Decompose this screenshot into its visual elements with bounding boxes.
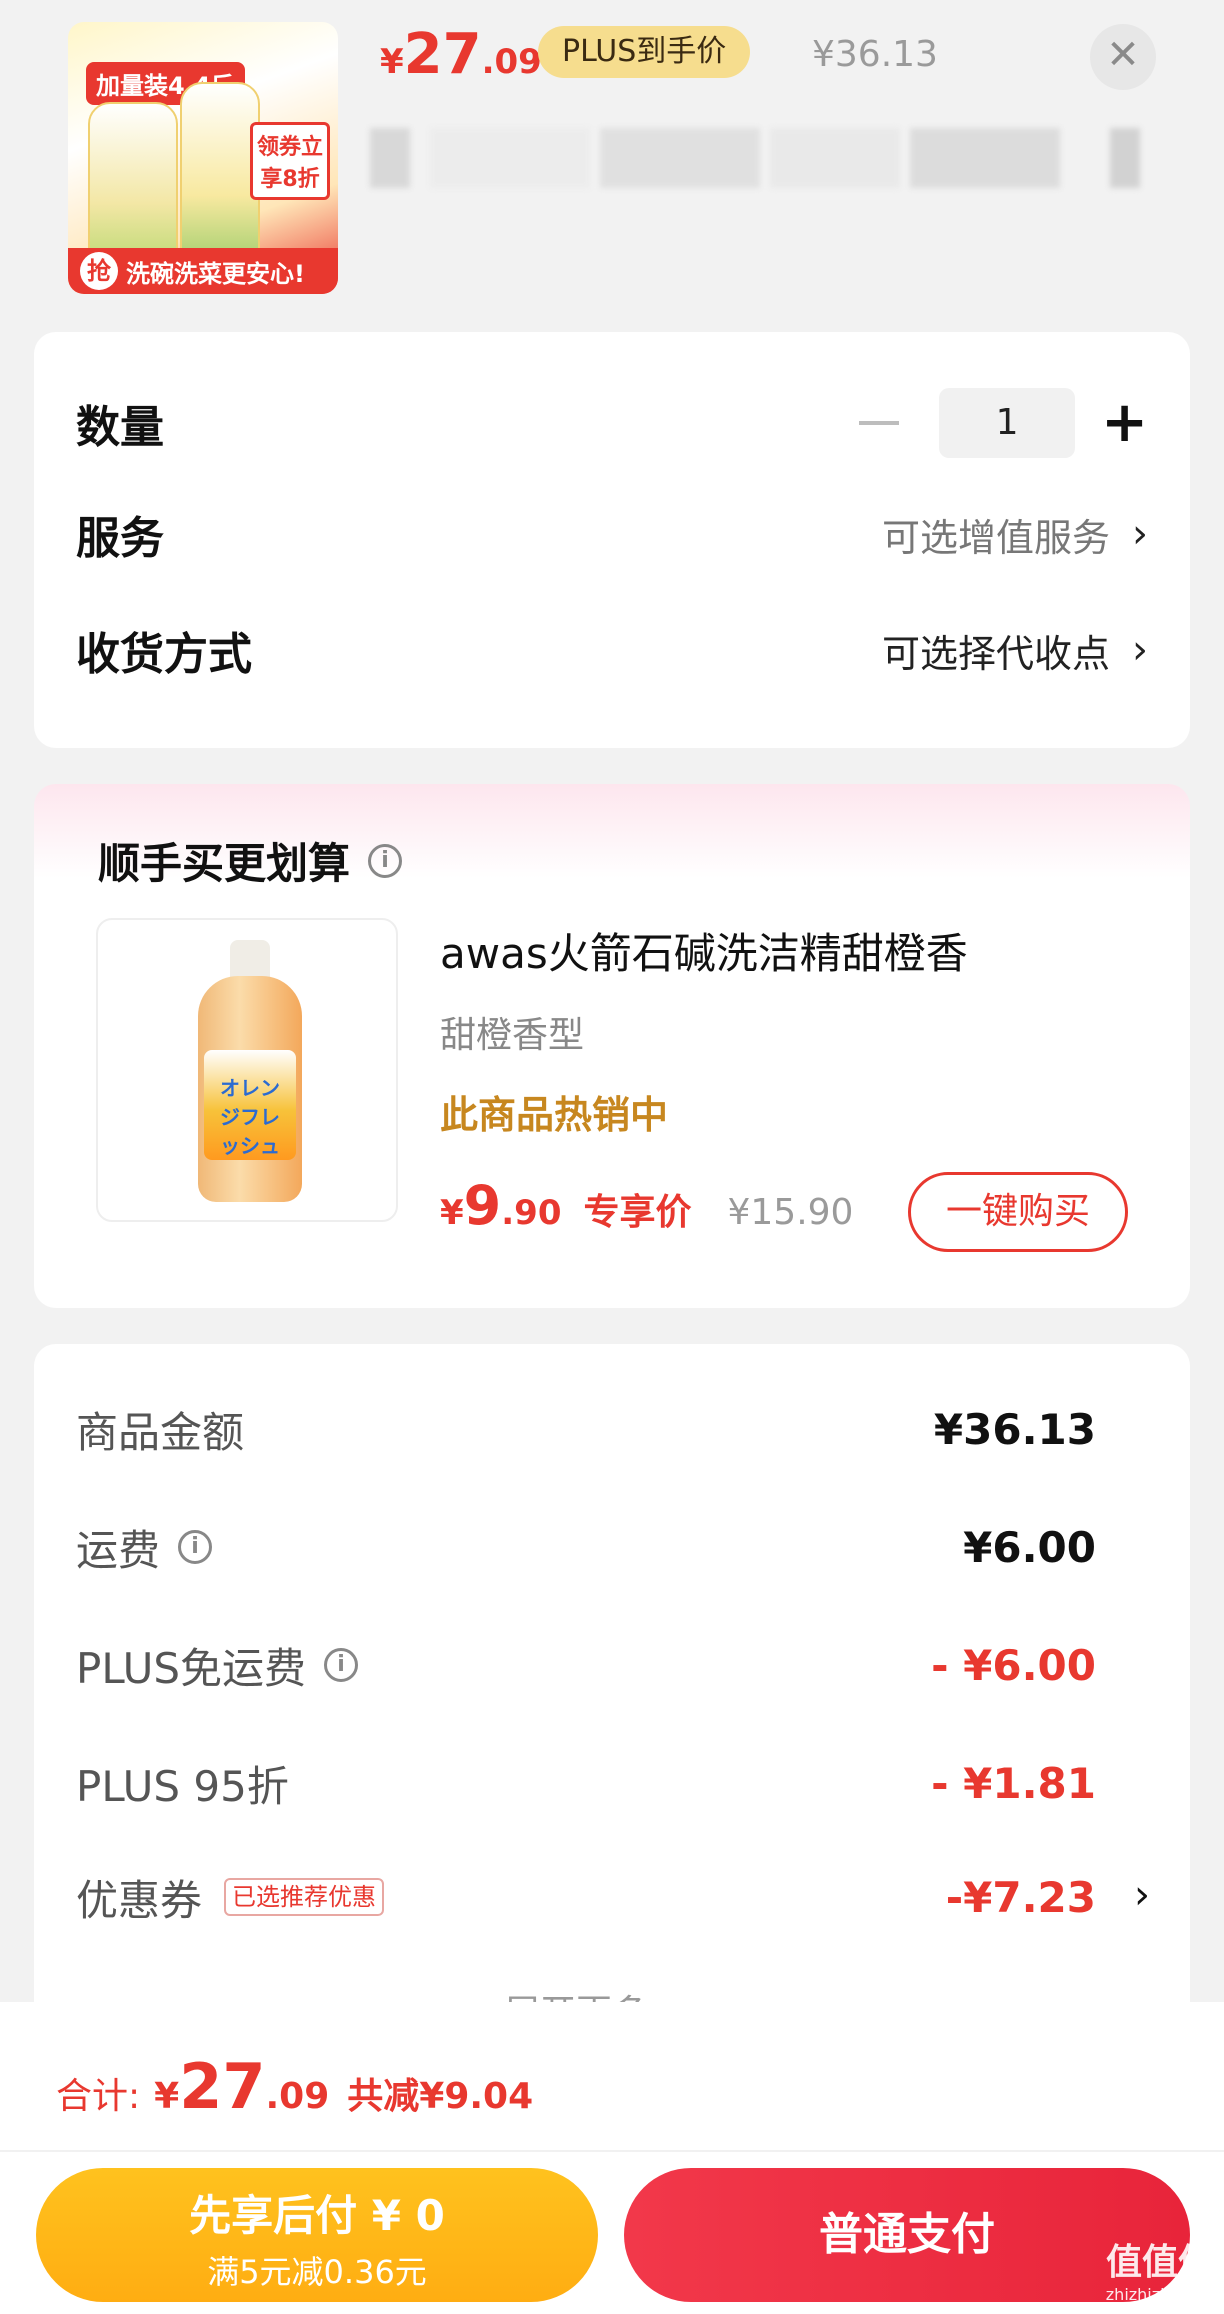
shipping-value: ¥6.00 <box>963 1522 1096 1572</box>
quantity-row: 数量 1 + <box>76 378 1148 468</box>
product-price: ¥ 27 .09 <box>380 22 542 92</box>
total-label: 合计: <box>56 2076 141 2117</box>
total-currency: ¥ <box>154 2076 180 2117</box>
chevron-right-icon: › <box>1132 627 1148 673</box>
coupon-label: 优惠券 已选推荐优惠 <box>76 1867 385 1928</box>
plus-price-badge: PLUS到手价 <box>538 26 751 78</box>
shipping-label-text: 运费 <box>76 1525 161 1575</box>
delivery-value-text: 可选择代收点 <box>881 631 1110 676</box>
delivery-row[interactable]: 收货方式 可选择代收点 › <box>76 610 1148 690</box>
close-icon: ✕ <box>1106 32 1140 78</box>
bottle-graphic <box>180 82 260 272</box>
coupon-label-text: 优惠券 <box>76 1875 203 1925</box>
original-price: ¥36.13 <box>812 34 938 75</box>
subtotal-label: 商品金额 <box>76 1407 245 1457</box>
watermark-logo: 值值值 zhizhizhi.com <box>1106 2233 1214 2304</box>
quantity-label: 数量 <box>76 402 164 453</box>
product-image[interactable]: 加量装4.4斤 领券立享8折 抢 洗碗洗菜更安心! <box>68 22 338 294</box>
addon-price-row: ¥9.90 专享价 ¥15.90 <box>440 1174 853 1237</box>
image-strip: 抢 洗碗洗菜更安心! <box>68 248 338 294</box>
order-total: 合计: ¥ 27 .09 共减¥9.04 <box>56 2050 533 2123</box>
minus-icon[interactable] <box>859 421 900 425</box>
plus-icon[interactable]: + <box>1101 395 1148 451</box>
price-currency: ¥ <box>380 42 404 82</box>
coupon-tag: 已选推荐优惠 <box>224 1878 385 1916</box>
info-icon[interactable]: i <box>324 1648 359 1682</box>
plus-discount-value: - ¥1.81 <box>931 1758 1096 1808</box>
summary-row-shipping: 运费 i ¥6.00 <box>76 1512 1096 1582</box>
pay-later-title: 先享后付 ¥ 0 <box>189 2191 445 2240</box>
exclusive-price-label: 专享价 <box>583 1192 692 1233</box>
checkout-bar: 合计: ¥ 27 .09 共减¥9.04 先享后付 ¥ 0 满5元减0.36元 … <box>0 2002 1224 2314</box>
plus-discount-label: PLUS 95折 <box>76 1761 289 1811</box>
bottle-graphic <box>88 102 178 272</box>
delivery-label: 收货方式 <box>76 629 252 680</box>
addon-original-price: ¥15.90 <box>727 1192 854 1233</box>
addon-product-image[interactable]: オレンジフレッシュ <box>96 918 398 1222</box>
addon-hot-label: 此商品热销中 <box>440 1093 669 1137</box>
grab-icon: 抢 <box>80 252 118 290</box>
summary-row-plus-shipping: PLUS免运费 i - ¥6.00 <box>76 1630 1096 1700</box>
addon-price-decimal: .90 <box>501 1193 562 1233</box>
pay-later-button[interactable]: 先享后付 ¥ 0 满5元减0.36元 <box>36 2168 598 2302</box>
addon-price: ¥9.90 <box>440 1174 561 1237</box>
chevron-right-icon: › <box>1132 511 1148 557</box>
summary-row-coupon[interactable]: 优惠券 已选推荐优惠 -¥7.23 <box>76 1862 1096 1932</box>
plus-shipping-value: - ¥6.00 <box>931 1640 1096 1690</box>
total-integer: 27 <box>179 2050 266 2123</box>
addon-product-spec: 甜橙香型 <box>440 1015 585 1056</box>
bottle-graphic: オレンジフレッシュ <box>198 940 302 1202</box>
delivery-value: 可选择代收点 › <box>882 623 1148 678</box>
addon-product-name[interactable]: awas火箭石碱洗洁精甜橙香 <box>440 920 968 981</box>
addon-price-integer: 9 <box>463 1174 502 1237</box>
info-icon[interactable]: i <box>368 843 403 878</box>
pay-later-subtitle: 满5元减0.36元 <box>207 2253 427 2291</box>
addon-card: 顺手买更划算 i オレンジフレッシュ awas火箭石碱洗洁精甜橙香 甜橙香型 此… <box>34 784 1190 1308</box>
image-strip-text: 洗碗洗菜更安心! <box>126 259 305 288</box>
total-savings: 共减¥9.04 <box>347 2076 534 2117</box>
service-value: 可选增值服务 › <box>882 507 1148 562</box>
total-decimal: .09 <box>265 2076 330 2117</box>
quantity-input[interactable]: 1 <box>939 388 1076 458</box>
summary-row-subtotal: 商品金额 ¥36.13 <box>76 1394 1096 1464</box>
order-summary-card: 商品金额 ¥36.13 运费 i ¥6.00 PLUS免运费 i - ¥6.00… <box>34 1344 1190 2044</box>
product-header: 加量装4.4斤 领券立享8折 抢 洗碗洗菜更安心! ¥ 27 .09 PLUS到… <box>0 0 1224 330</box>
options-card: 数量 1 + 服务 可选增值服务 › 收货方式 可选择代收点 › <box>34 332 1190 748</box>
info-icon[interactable]: i <box>178 1530 213 1564</box>
divider <box>0 2150 1224 2152</box>
one-click-buy-button[interactable]: 一键购买 <box>908 1172 1128 1252</box>
service-row[interactable]: 服务 可选增值服务 › <box>76 494 1148 574</box>
quantity-stepper: 1 + <box>859 388 1148 458</box>
watermark-url: zhizhizhi.com <box>1105 2285 1214 2304</box>
service-value-text: 可选增值服务 <box>881 515 1110 560</box>
chevron-right-icon[interactable]: › <box>1134 1872 1150 1918</box>
watermark-text: 值值值 <box>1105 2242 1214 2283</box>
price-decimal: .09 <box>481 42 542 82</box>
coupon-value: -¥7.23 <box>945 1872 1096 1922</box>
plus-shipping-label-text: PLUS免运费 <box>76 1643 307 1693</box>
shipping-label: 运费 i <box>76 1517 213 1578</box>
addon-price-currency: ¥ <box>440 1193 464 1233</box>
blurred-product-title <box>370 128 1150 188</box>
summary-row-plus-discount: PLUS 95折 - ¥1.81 <box>76 1748 1096 1818</box>
image-coupon-tag: 领券立享8折 <box>250 122 330 200</box>
addon-title: 顺手买更划算 i <box>98 830 403 891</box>
price-integer: 27 <box>403 22 482 87</box>
service-label: 服务 <box>76 513 164 564</box>
close-button[interactable]: ✕ <box>1090 24 1156 90</box>
bottle-label-text: オレンジフレッシュ <box>220 1076 280 1158</box>
subtotal-value: ¥36.13 <box>933 1404 1096 1454</box>
plus-shipping-label: PLUS免运费 i <box>76 1635 359 1696</box>
addon-title-text: 顺手买更划算 <box>98 839 351 888</box>
